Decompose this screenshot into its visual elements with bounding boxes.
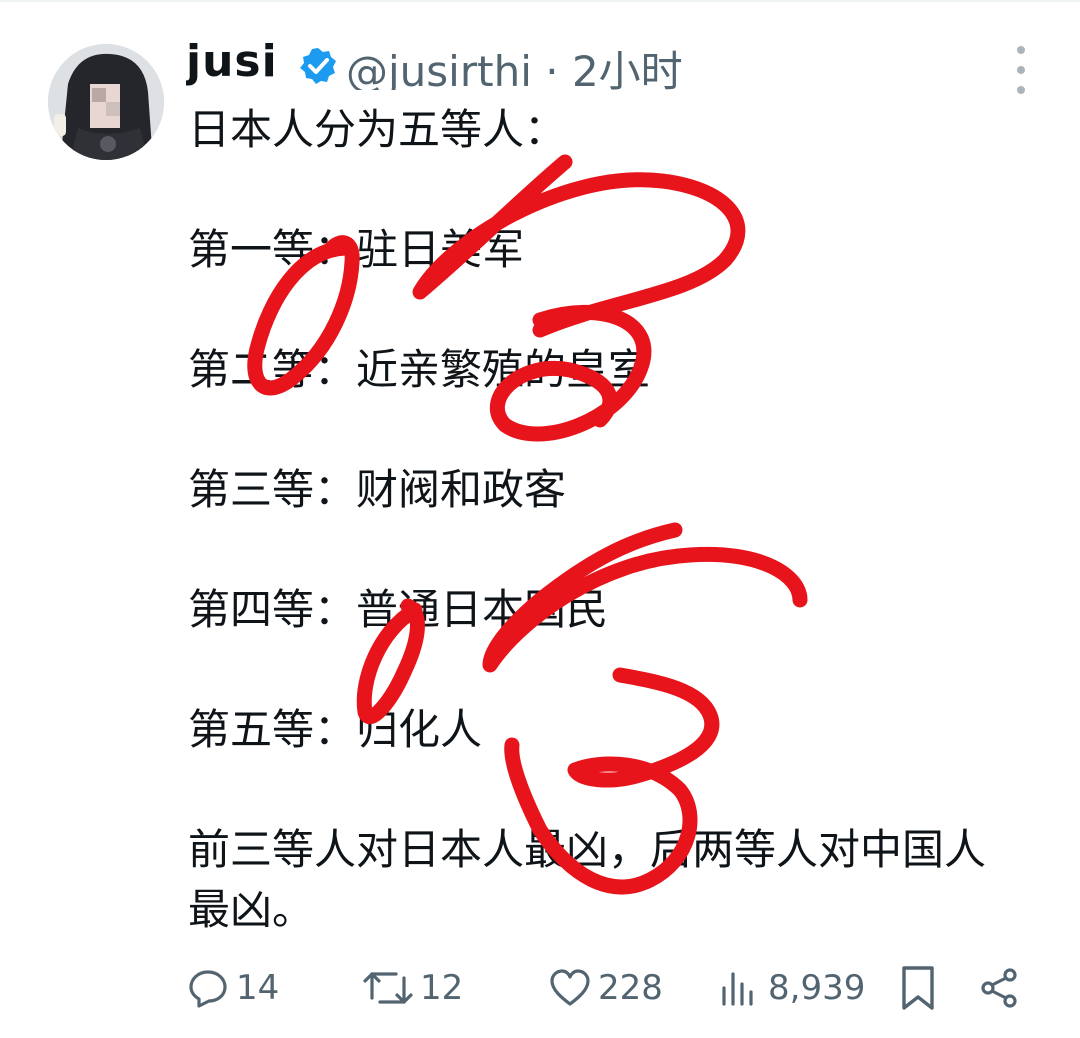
tweet-actions: 14 12 228 8,939 (186, 958, 1026, 1018)
reply-count: 14 (236, 968, 280, 1008)
retweet-button[interactable]: 12 (362, 958, 463, 1018)
timestamp[interactable]: 2小时 (572, 47, 683, 90)
reply-icon (189, 970, 227, 1008)
more-icon-dot-3 (1017, 86, 1025, 94)
display-name[interactable]: jusi (186, 36, 278, 87)
retweet-count: 12 (420, 968, 464, 1008)
share-button[interactable] (978, 958, 1028, 1018)
more-icon-dot-1 (1017, 46, 1025, 54)
tweet-line-2: 第一等：驻日美军 (188, 225, 525, 274)
top-divider (0, 0, 1080, 2)
bookmark-icon (902, 966, 934, 1010)
more-button[interactable] (1004, 46, 1038, 94)
tweet-line-7: 前三等人对日本人最凶，后两等人对中国人 (188, 825, 987, 874)
tweet-line-1: 日本人分为五等人： (188, 105, 567, 154)
tweet-line-8: 最凶。 (188, 885, 315, 934)
views-count: 8,939 (768, 968, 866, 1008)
like-count: 228 (598, 968, 663, 1008)
share-icon (981, 968, 1017, 1008)
like-button[interactable]: 228 (548, 958, 663, 1018)
tweet-header: jusi @jusirthi · 2小时 (186, 34, 1006, 90)
avatar-image (48, 44, 164, 160)
more-icon-dot-2 (1017, 66, 1025, 74)
separator-dot: · (545, 47, 572, 90)
handle-text: @jusirthi (346, 47, 532, 90)
tweet-text: 日本人分为五等人： 第一等：驻日美军 第二等：近亲繁殖的皇室 第三等：财阀和政客… (188, 100, 1058, 940)
views-button[interactable]: 8,939 (718, 958, 865, 1018)
heart-icon (550, 969, 590, 1006)
retweet-icon (363, 972, 413, 1004)
bookmark-button[interactable] (898, 958, 944, 1018)
tweet-line-4: 第三等：财阀和政客 (188, 465, 567, 514)
reply-button[interactable]: 14 (186, 958, 279, 1018)
avatar[interactable] (48, 44, 164, 160)
handle[interactable]: @jusirthi · 2小时 (346, 38, 683, 90)
views-icon (722, 972, 753, 1006)
tweet-line-5: 第四等：普通日本国民 (188, 585, 609, 634)
tweet-line-3: 第二等：近亲繁殖的皇室 (188, 345, 651, 394)
verified-icon (300, 48, 336, 84)
tweet-line-6: 第五等：归化人 (188, 705, 483, 754)
